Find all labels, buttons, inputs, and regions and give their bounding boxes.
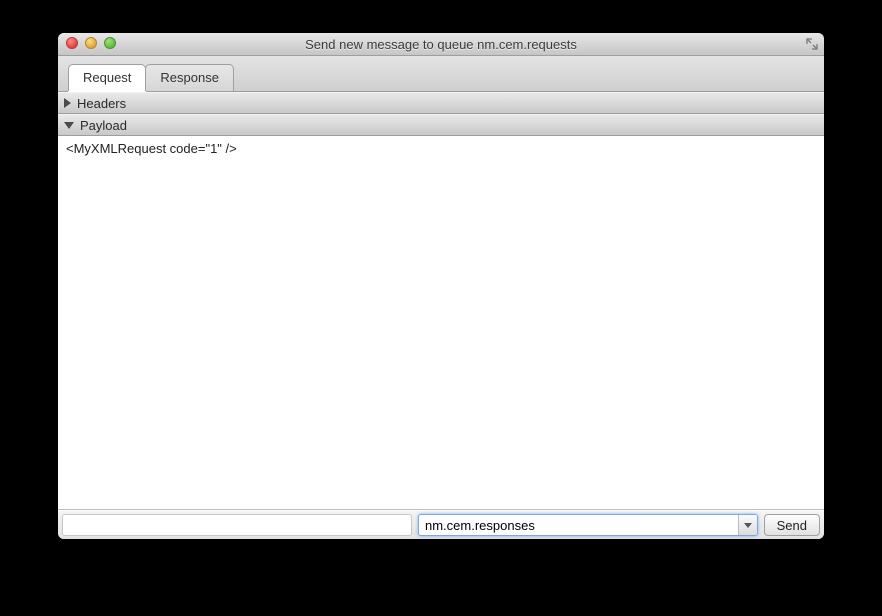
window-title: Send new message to queue nm.cem.request… bbox=[305, 37, 577, 52]
combo-dropdown-button[interactable] bbox=[738, 515, 757, 535]
chevron-right-icon bbox=[64, 98, 71, 108]
zoom-icon[interactable] bbox=[104, 37, 116, 49]
titlebar[interactable]: Send new message to queue nm.cem.request… bbox=[58, 33, 824, 56]
fullscreen-icon[interactable] bbox=[806, 38, 818, 50]
tab-request-label: Request bbox=[83, 70, 131, 85]
chevron-down-icon bbox=[64, 122, 74, 129]
app-window: Send new message to queue nm.cem.request… bbox=[58, 33, 824, 539]
traffic-lights bbox=[66, 37, 116, 49]
send-button-label: Send bbox=[777, 518, 807, 533]
chevron-down-icon bbox=[744, 523, 752, 528]
tabbar: Request Response bbox=[58, 56, 824, 92]
send-button[interactable]: Send bbox=[764, 514, 820, 536]
tab-response[interactable]: Response bbox=[145, 64, 234, 91]
payload-input[interactable] bbox=[58, 136, 824, 509]
response-queue-combo[interactable] bbox=[418, 514, 758, 536]
tab-request[interactable]: Request bbox=[68, 64, 146, 91]
payload-panel bbox=[58, 136, 824, 510]
status-field bbox=[62, 514, 412, 536]
response-queue-input[interactable] bbox=[419, 515, 738, 535]
section-headers[interactable]: Headers bbox=[58, 92, 824, 114]
section-headers-label: Headers bbox=[77, 96, 126, 111]
close-icon[interactable] bbox=[66, 37, 78, 49]
section-payload[interactable]: Payload bbox=[58, 114, 824, 136]
tab-response-label: Response bbox=[160, 70, 219, 85]
section-payload-label: Payload bbox=[80, 118, 127, 133]
bottom-bar: Send bbox=[58, 510, 824, 539]
minimize-icon[interactable] bbox=[85, 37, 97, 49]
